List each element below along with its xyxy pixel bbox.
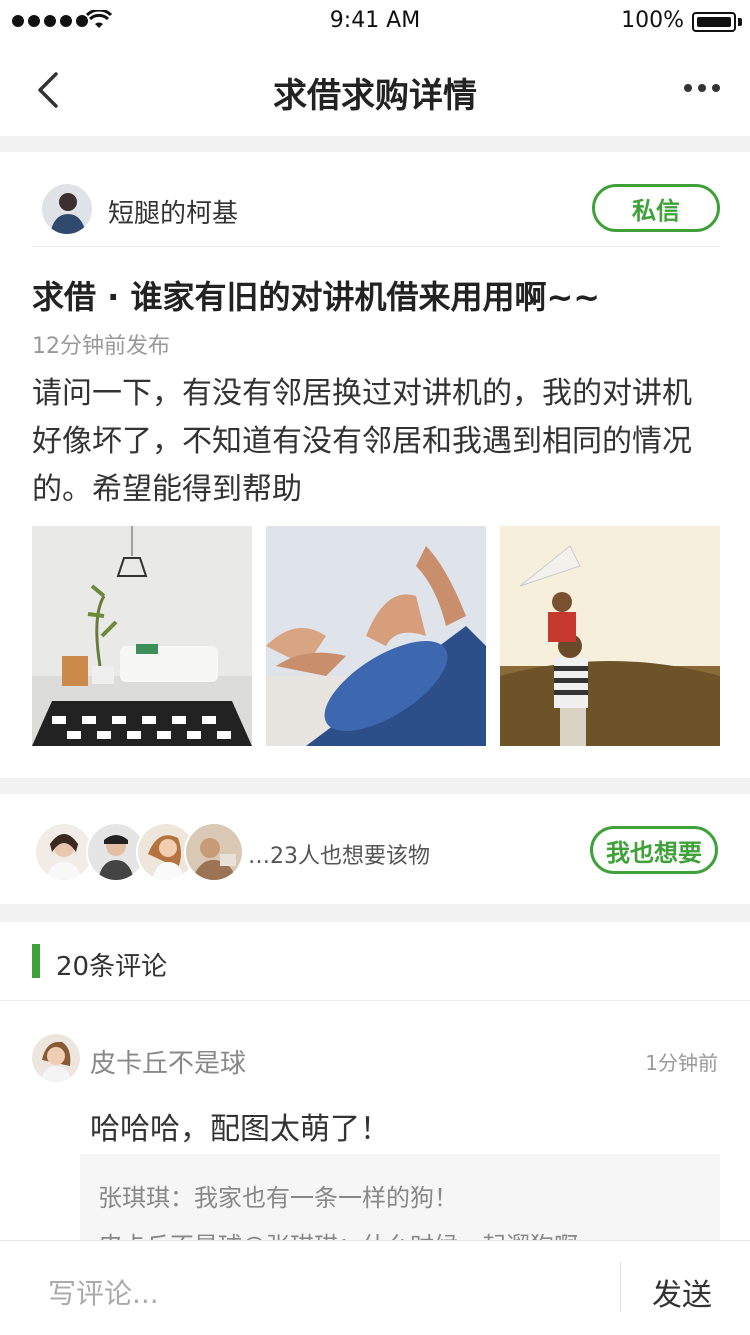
comment-text: 哈哈哈，配图太萌了！ [90,1112,390,1147]
section-separator [0,778,750,794]
post-photo-kite[interactable] [500,526,720,746]
post-time: 12分钟前发布 [32,334,170,359]
commenter-name[interactable]: 皮卡丘不是球 [90,1043,246,1080]
battery-percent: 100% [621,8,684,33]
want-count-text: …23人也想要该物 [248,844,430,869]
post-photo-yoga-mat[interactable] [266,526,486,746]
want-too-button[interactable]: 我也想要 [590,826,718,874]
author-name[interactable]: 短腿的柯基 [108,193,238,230]
user-avatar[interactable] [184,822,244,882]
comment-count: 20条评论 [56,952,168,982]
comment-input[interactable]: 写评论... [48,1272,159,1312]
commenter-avatar[interactable] [32,1034,80,1082]
more-icon[interactable] [684,84,720,92]
post-body: 请问一下，有没有邻居换过对讲机的，我的对讲机好像坏了，不知道有没有邻居和我遇到相… [32,376,692,507]
comment-time: 1分钟前 [645,1051,718,1075]
send-button[interactable]: 发送 [652,1270,712,1314]
battery-icon [692,12,736,32]
post-title: 求借 · 谁家有旧的对讲机借来用用啊~~ [32,278,601,316]
section-separator [0,136,750,152]
divider [0,1000,750,1001]
divider [32,246,720,247]
post-photo-living-room[interactable] [32,526,252,746]
page-title: 求借求购详情 [273,76,477,116]
section-separator [0,904,750,922]
divider [620,1262,621,1312]
comment-header-accent [32,944,40,978]
reply-line: 张琪琪：我家也有一条一样的狗！ [98,1184,458,1212]
reply-box[interactable]: 张琪琪：我家也有一条一样的狗！ 皮卡丘不是球@张琪琪：什么时候一起遛狗啊~ [80,1154,720,1254]
user-avatar[interactable] [34,822,94,882]
author-avatar[interactable] [42,184,92,234]
message-button[interactable]: 私信 [592,184,720,232]
nav-bar: 求借求购详情 [0,44,750,136]
status-bar: 9:41 AM 100% [0,0,750,44]
battery-cap [738,18,742,26]
